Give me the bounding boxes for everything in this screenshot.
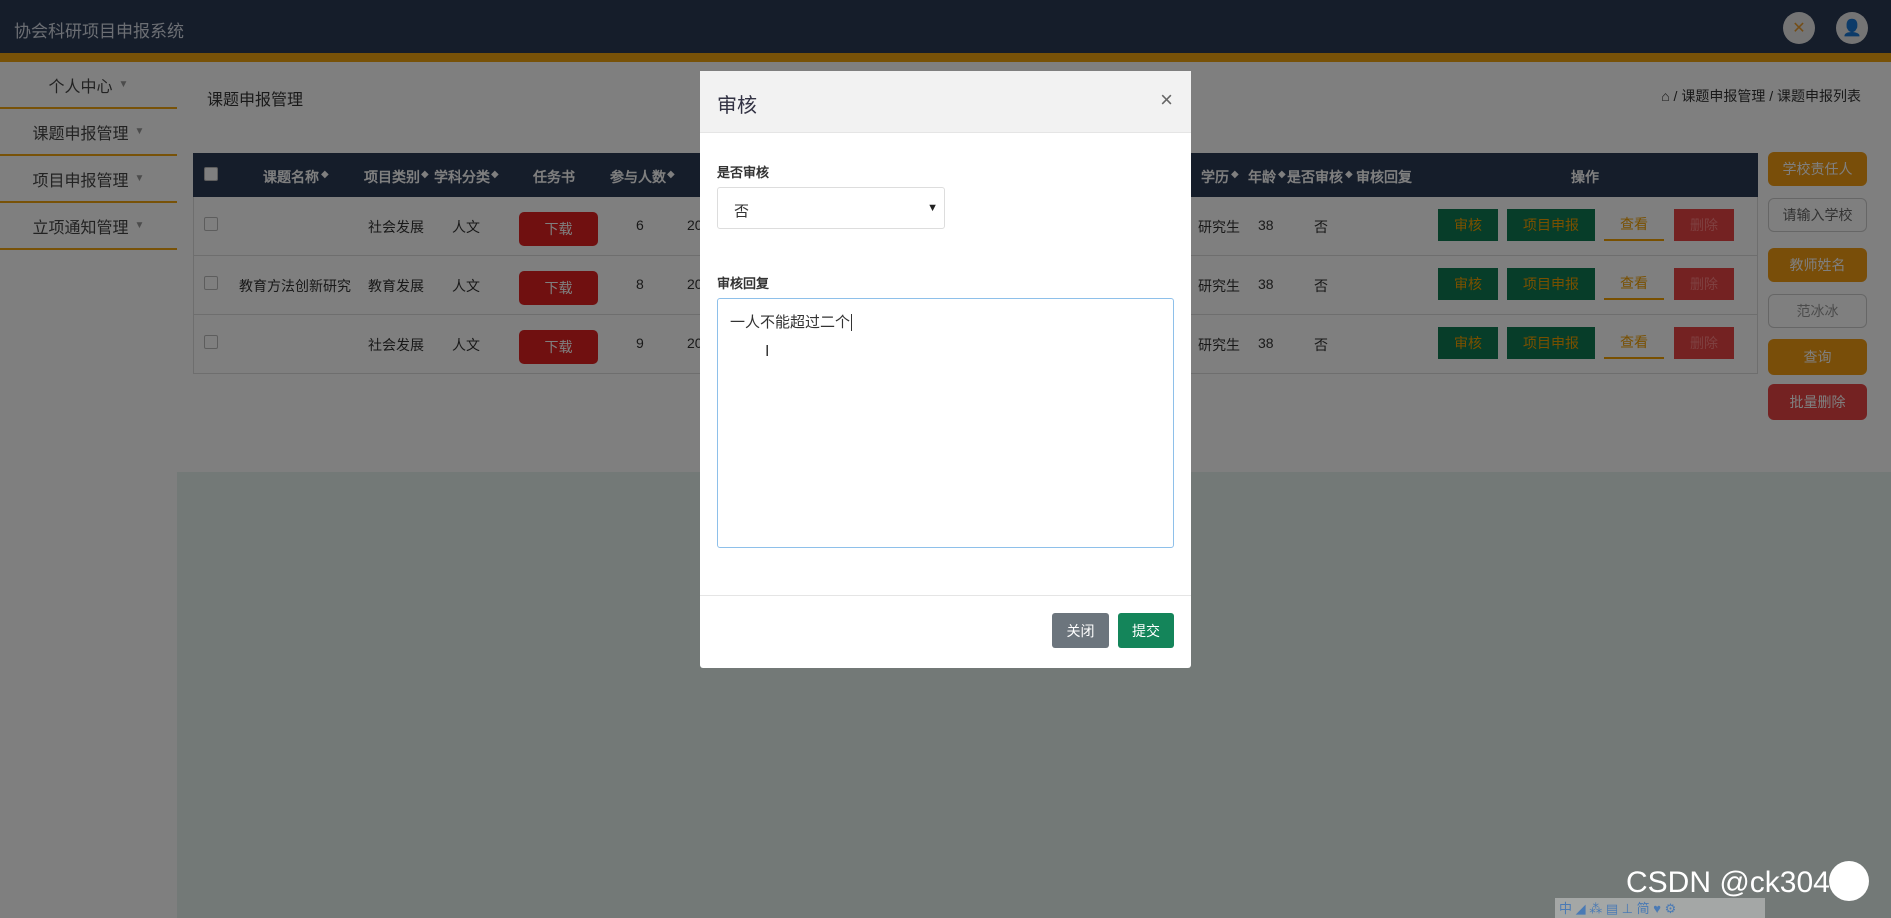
review-reply-label: 审核回复 <box>717 276 770 291</box>
submit-button[interactable]: 提交 <box>1118 613 1174 648</box>
close-button[interactable]: 关闭 <box>1052 613 1109 648</box>
close-icon[interactable]: × <box>1160 87 1173 113</box>
review-status-select[interactable]: 否 ▼ <box>717 187 945 229</box>
floating-widget-icon[interactable] <box>1829 861 1869 901</box>
watermark: CSDN @ck3047 <box>1626 866 1847 899</box>
text-cursor-icon: I <box>765 343 770 360</box>
review-status-label: 是否审核 <box>717 165 770 180</box>
ime-toolbar[interactable]: 中 ◢ ⁂ ▤ ⊥ 简 ♥ ⚙ <box>1555 898 1765 918</box>
modal-title: 审核 <box>717 95 757 117</box>
review-reply-textarea[interactable]: 一人不能超过二个 <box>717 298 1174 548</box>
review-modal: 审核 × 是否审核 否 ▼ 审核回复 一人不能超过二个 I 关闭 提交 <box>700 71 1191 668</box>
modal-header: 审核 × <box>700 71 1191 133</box>
modal-footer-divider <box>700 595 1191 596</box>
chevron-down-icon: ▼ <box>927 202 938 214</box>
